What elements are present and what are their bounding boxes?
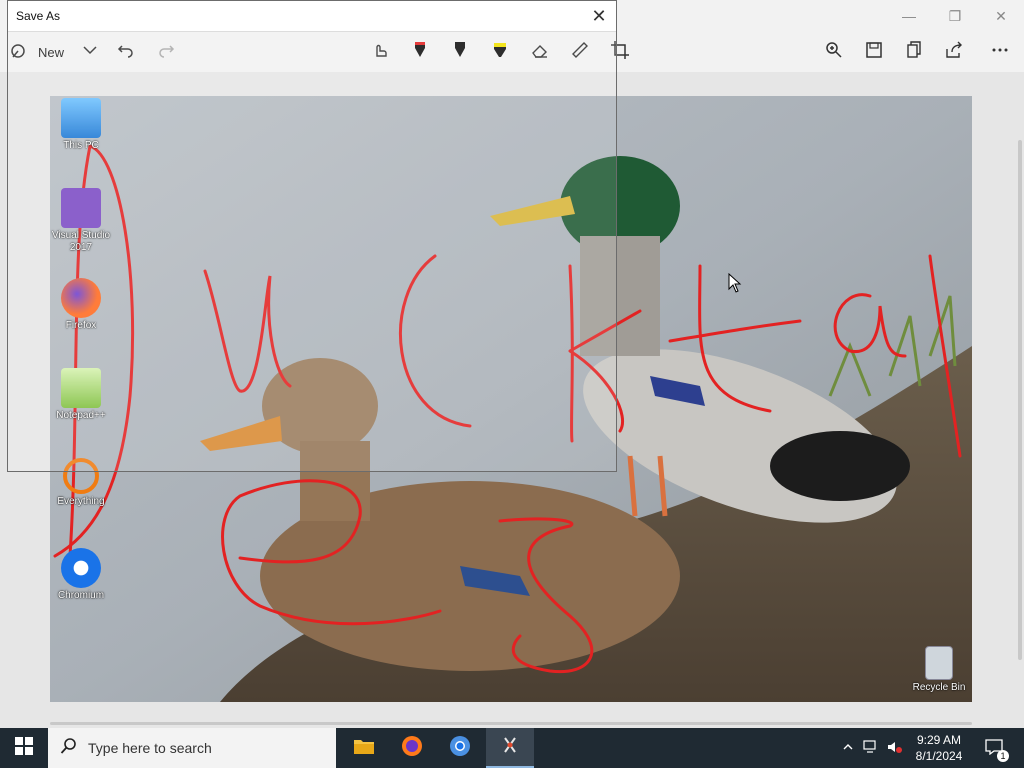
desktop-icon-label: Everything — [57, 496, 105, 507]
chevron-up-icon — [842, 741, 854, 756]
network-icon — [863, 739, 879, 757]
save-as-dialog: Save As ✕ — [7, 0, 617, 472]
clock-date: 8/1/2024 — [915, 749, 963, 763]
share-icon — [944, 40, 964, 65]
vertical-scrollbar[interactable] — [1018, 140, 1022, 660]
close-window-button[interactable]: ✕ — [978, 0, 1024, 32]
start-button[interactable] — [0, 728, 48, 768]
dialog-close-button[interactable]: ✕ — [584, 1, 614, 31]
snip-sketch-icon — [499, 734, 521, 761]
firefox-icon — [401, 735, 423, 762]
mouse-cursor-icon — [728, 273, 742, 293]
desktop-icon-recycle-bin[interactable]: Recycle Bin — [908, 646, 970, 694]
more-icon — [990, 40, 1010, 65]
taskbar-firefox[interactable] — [388, 728, 436, 768]
search-placeholder: Type here to search — [88, 740, 212, 756]
search-icon — [60, 737, 78, 760]
copy-button[interactable] — [898, 38, 930, 66]
share-button[interactable] — [938, 38, 970, 66]
chromium-icon — [61, 548, 101, 588]
taskbar-file-explorer[interactable] — [340, 728, 388, 768]
network-tray-button[interactable] — [860, 728, 882, 768]
taskbar-chromium[interactable] — [436, 728, 484, 768]
volume-muted-icon — [887, 740, 903, 757]
copy-icon — [904, 40, 924, 65]
file-explorer-icon — [353, 737, 375, 760]
more-button[interactable] — [984, 38, 1016, 66]
taskbar-search-box[interactable]: Type here to search — [48, 728, 336, 768]
notification-count-badge: 1 — [997, 749, 1009, 762]
minimize-button[interactable]: — — [886, 0, 932, 32]
dialog-titlebar: Save As ✕ — [8, 1, 616, 32]
show-hidden-icons-button[interactable] — [838, 728, 858, 768]
windows-logo-icon — [15, 736, 33, 760]
dialog-title: Save As — [16, 9, 61, 23]
chromium-icon — [449, 735, 471, 762]
horizontal-scrollbar[interactable] — [50, 722, 972, 725]
volume-tray-button[interactable] — [884, 728, 906, 768]
clock-time: 9:29 AM — [916, 733, 962, 747]
taskbar-snip-sketch[interactable] — [486, 728, 534, 768]
snip-sketch-window: — ❐ ✕ New This PC Visual Studio 2017 Fir… — [0, 0, 1024, 728]
zoom-button[interactable] — [818, 38, 850, 66]
save-button[interactable] — [858, 38, 890, 66]
action-center-button[interactable]: 1 — [980, 728, 1009, 768]
notification-icon: 1 — [985, 738, 1009, 762]
desktop-icon-chromium[interactable]: Chromium — [50, 548, 112, 602]
desktop-icon-label: Recycle Bin — [912, 682, 966, 693]
recycle-bin-icon — [925, 646, 953, 680]
save-icon — [864, 40, 884, 65]
taskbar-clock[interactable]: 9:29 AM 8/1/2024 — [904, 732, 974, 764]
taskbar: Type here to search 9:29 AM 8/1/2024 1 — [0, 728, 1024, 768]
close-icon: ✕ — [591, 5, 607, 26]
zoom-icon — [824, 40, 844, 65]
restore-button[interactable]: ❐ — [932, 0, 978, 32]
desktop-icon-label: Chromium — [57, 590, 105, 601]
